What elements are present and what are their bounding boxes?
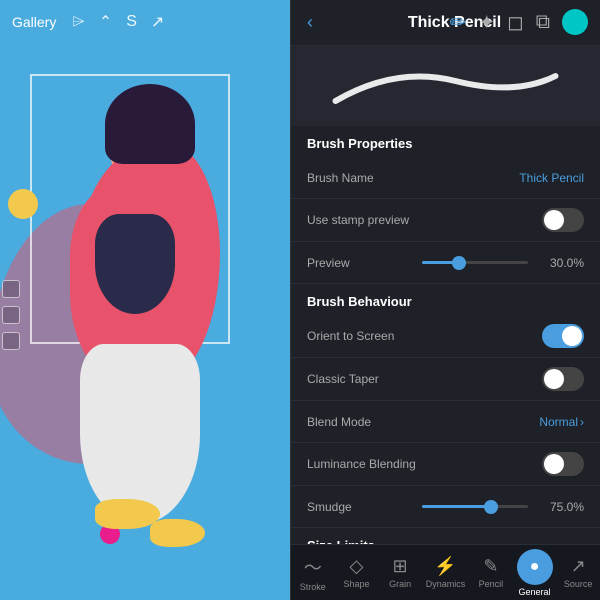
setting-preview: Preview 30.0% [291,242,600,284]
brush-tool-icon[interactable]: ✏ [450,10,467,35]
smudge-value: 75.0% [544,500,584,514]
char-hair [105,84,195,164]
char-top [95,214,175,314]
section-size-limits: Size Limits [291,528,600,544]
luminance-toggle[interactable] [542,452,584,476]
eraser-tool-icon[interactable]: ◻ [507,10,524,35]
undo-icon[interactable] [2,332,20,350]
section-brush-behaviour: Brush Behaviour [291,284,600,315]
tab-grain[interactable]: ⊞ Grain [382,556,418,589]
smudge-label: Smudge [307,500,414,514]
stamp-preview-knob [544,210,564,230]
tab-general[interactable]: ● General [517,549,553,597]
left-side-panel [0,280,22,350]
illustration [0,44,300,600]
grain-tab-label: Grain [389,579,411,589]
source-tab-label: Source [564,579,593,589]
character [50,84,270,584]
right-icons: ✏ ✦ ◻ ⧉ [450,9,588,35]
setting-stamp-preview: Use stamp preview [291,199,600,242]
top-toolbar: Gallery ⌲ ⌃ S ↗ ✏ ✦ ◻ ⧉ [0,0,600,44]
section-brush-properties: Brush Properties [291,126,600,157]
orient-screen-knob [562,326,582,346]
tool-icons: ⌲ ⌃ S ↗ [72,12,164,32]
setting-blend-mode: Blend Mode Normal › [291,401,600,443]
shape-tab-icon: ◇ [350,556,364,577]
gallery-button[interactable]: Gallery [12,14,56,30]
general-tab-circle: ● [517,549,553,585]
general-tab-label: General [519,587,551,597]
blend-mode-label: Blend Mode [307,415,539,429]
smudge-fill [422,505,491,508]
setting-luminance: Luminance Blending [291,443,600,486]
move-tool-icon[interactable]: ↗ [151,12,164,32]
source-tab-icon: ↗ [571,556,586,577]
tab-source[interactable]: ↗ Source [560,556,596,589]
selection-tool-icon[interactable]: ⌃ [99,12,112,32]
layers-icon[interactable] [2,280,20,298]
shape-tab-label: Shape [343,579,369,589]
setting-classic-taper: Classic Taper [291,358,600,401]
brush-name-value[interactable]: Thick Pencil [519,171,584,185]
blend-mode-chevron: › [580,415,584,429]
tab-bar: 〜 Stroke ◇ Shape ⊞ Grain ⚡ Dynamics ✎ Pe… [291,544,600,600]
tab-shape[interactable]: ◇ Shape [338,556,374,589]
smudge-slider[interactable] [422,505,529,508]
luminance-label: Luminance Blending [307,457,542,471]
char-pants [80,344,200,524]
dynamics-tab-icon: ⚡ [434,556,456,577]
smudge-thumb[interactable] [484,500,498,514]
setting-orient-screen: Orient to Screen [291,315,600,358]
general-tab-icon: ● [530,558,540,576]
tab-dynamics[interactable]: ⚡ Dynamics [426,556,466,589]
tab-stroke[interactable]: 〜 Stroke [295,554,331,592]
setting-brush-name: Brush Name Thick Pencil [291,157,600,199]
brush-panel: ‹ Thick Pencil Brush Properties Brush Na… [290,0,600,600]
stroke-tab-icon: 〜 [304,554,322,580]
stroke-preview [291,46,600,126]
layers-tool-icon[interactable]: ⧉ [536,11,550,34]
classic-taper-toggle[interactable] [542,367,584,391]
deco-circle-yellow [8,189,38,219]
color-picker[interactable] [562,9,588,35]
grain-tab-icon: ⊞ [393,556,408,577]
pencil-tab-icon: ✎ [483,556,498,577]
preview-track [422,261,529,264]
preview-value: 30.0% [544,256,584,270]
stroke-tab-label: Stroke [300,582,326,592]
classic-taper-knob [544,369,564,389]
preview-slider[interactable] [422,261,529,264]
smudge-track [422,505,529,508]
modify-tool-icon[interactable]: ⌲ [72,13,84,31]
blend-mode-text: Normal [539,415,578,429]
preview-label: Preview [307,256,414,270]
char-mug [150,184,185,214]
transform-tool-icon[interactable]: S [126,13,137,31]
classic-taper-label: Classic Taper [307,372,542,386]
blend-mode-value[interactable]: Normal › [539,415,584,429]
smudge-tool-icon[interactable]: ✦ [478,10,495,35]
char-shoe-right [150,519,205,547]
stamp-preview-toggle[interactable] [542,208,584,232]
orient-screen-label: Orient to Screen [307,329,542,343]
orient-screen-toggle[interactable] [542,324,584,348]
tab-pencil[interactable]: ✎ Pencil [473,556,509,589]
dynamics-tab-label: Dynamics [426,579,466,589]
panel-content: ‹ Thick Pencil Brush Properties Brush Na… [291,0,600,544]
brush-name-label: Brush Name [307,171,511,185]
setting-smudge: Smudge 75.0% [291,486,600,528]
canvas-area [0,0,300,600]
adjustments-icon[interactable] [2,306,20,324]
stroke-svg [311,56,580,116]
luminance-knob [544,454,564,474]
preview-thumb[interactable] [452,256,466,270]
stamp-preview-label: Use stamp preview [307,213,542,227]
pencil-tab-label: Pencil [479,579,504,589]
